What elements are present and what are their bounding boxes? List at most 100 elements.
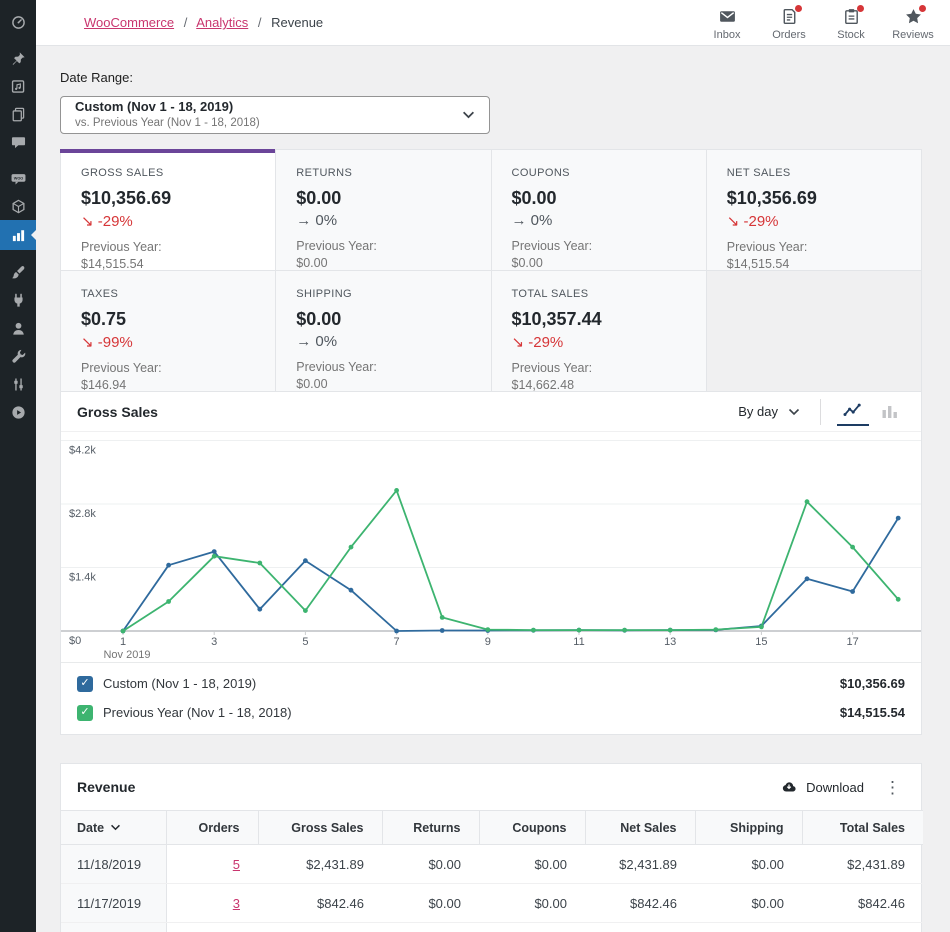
card-label: TAXES (81, 288, 119, 300)
amount-cell (802, 922, 923, 932)
card-value: $0.00 (296, 309, 342, 329)
sidebar-item-woocommerce[interactable]: WOO (0, 164, 36, 192)
svg-text:11: 11 (573, 636, 584, 648)
legend-row[interactable]: ✓ Previous Year (Nov 1 - 18, 2018) $14,5… (61, 698, 921, 727)
appearance-icon (11, 265, 24, 278)
amount-cell: $842.46 (802, 883, 923, 923)
sidebar-item-plugins[interactable] (0, 286, 36, 314)
activity-button-stock[interactable]: Stock (820, 0, 882, 41)
sidebar-item-dashboard[interactable] (0, 8, 36, 36)
summary-card-empty (706, 271, 922, 392)
table-menu-button[interactable]: ⋮ (880, 779, 905, 796)
amount-cell: $2,431.89 (585, 844, 695, 884)
breadcrumb: WooCommerce / Analytics / Revenue (84, 15, 323, 30)
date-range-select[interactable]: Custom (Nov 1 - 18, 2019) vs. Previous Y… (60, 96, 490, 134)
breadcrumb-separator: / (183, 15, 188, 30)
card-prev-value: $146.94 (81, 377, 127, 392)
svg-text:7: 7 (394, 636, 400, 648)
activity-button-reviews[interactable]: Reviews (882, 0, 944, 41)
column-header-date[interactable]: Date (61, 810, 167, 845)
card-delta: → 0% (296, 212, 470, 229)
column-header-coupons[interactable]: Coupons (479, 810, 586, 845)
orders-cell (166, 922, 258, 932)
summary-card-taxes[interactable]: TAXES $0.75 ↘ -99% Previous Year: $146.9… (61, 271, 277, 392)
order-count-link[interactable]: 3 (233, 896, 240, 911)
comments-icon (11, 136, 25, 148)
card-delta-value: -99% (97, 334, 133, 351)
download-icon (783, 782, 796, 792)
plugins-icon (13, 293, 23, 307)
breadcrumb-analytics[interactable]: Analytics (196, 15, 248, 30)
column-header-shipping[interactable]: Shipping (695, 810, 803, 845)
column-header-net-sales[interactable]: Net Sales (585, 810, 696, 845)
sidebar-item-posts[interactable] (0, 44, 36, 72)
card-prev-value: $0.00 (511, 255, 543, 270)
sidebar-item-comments[interactable] (0, 128, 36, 156)
summary-card-shipping[interactable]: SHIPPING $0.00 → 0% Previous Year: $0.00 (276, 271, 492, 392)
legend-label: Previous Year (Nov 1 - 18, 2018) (103, 705, 292, 720)
media-icon (11, 79, 24, 93)
card-label: TOTAL SALES (511, 288, 589, 300)
order-count-link[interactable]: 5 (233, 857, 240, 872)
divider (820, 398, 821, 425)
summary-card-net-sales[interactable]: NET SALES $10,356.69 ↘ -29% Previous Yea… (706, 150, 922, 271)
settings-icon (13, 378, 23, 390)
card-prev-label: Previous Year: (511, 361, 593, 375)
sidebar-item-appearance[interactable] (0, 258, 36, 286)
card-prev-label: Previous Year: (296, 360, 377, 374)
bar-chart-toggle[interactable] (875, 397, 905, 426)
tools-icon (11, 349, 25, 363)
card-delta-value: -29% (97, 213, 133, 230)
svg-text:9: 9 (485, 636, 491, 648)
trend-down-icon: ↘ (81, 213, 94, 230)
legend-checkbox[interactable]: ✓ (77, 704, 93, 721)
woocommerce-icon: WOO (11, 173, 25, 184)
svg-text:$2.8k: $2.8k (69, 508, 96, 520)
sidebar-item-products[interactable] (0, 192, 36, 220)
amount-cell: $0.00 (695, 844, 802, 884)
card-prev-value: $14,515.54 (726, 256, 790, 271)
amount-cell: $0.00 (479, 844, 585, 884)
card-value: $0.75 (81, 309, 127, 329)
column-header-total-sales[interactable]: Total Sales (802, 810, 923, 845)
activity-label: Stock (837, 28, 865, 41)
activity-button-orders[interactable]: Orders (758, 0, 820, 41)
card-prev-value: $14,515.54 (81, 256, 144, 271)
inbox-icon (719, 10, 735, 22)
sidebar-item-pages[interactable] (0, 100, 36, 128)
column-header-orders[interactable]: Orders (166, 810, 259, 845)
legend-row[interactable]: ✓ Custom (Nov 1 - 18, 2019) $10,356.69 (61, 669, 921, 698)
card-prev-label: Previous Year: (81, 361, 162, 375)
svg-text:15: 15 (755, 636, 767, 648)
amount-cell (258, 922, 382, 932)
unread-badge-dot (795, 4, 802, 12)
summary-card-total-sales[interactable]: TOTAL SALES $10,357.44 ↘ -29% Previous Y… (491, 271, 707, 392)
svg-text:$4.2k: $4.2k (69, 445, 96, 457)
line-chart-toggle[interactable] (837, 397, 869, 426)
activity-button-inbox[interactable]: Inbox (696, 0, 758, 41)
sidebar-item-media[interactable] (0, 72, 36, 100)
svg-text:17: 17 (846, 636, 858, 648)
activity-panel: Inbox Orders Stock Reviews (696, 0, 944, 46)
unread-badge-dot (857, 4, 864, 12)
column-header-gross-sales[interactable]: Gross Sales (258, 810, 383, 845)
summary-card-gross-sales[interactable]: GROSS SALES $10,356.69 ↘ -29% Previous Y… (59, 149, 277, 271)
date-cell: 11/17/2019 (61, 883, 167, 923)
sidebar-item-video[interactable] (0, 398, 36, 426)
sidebar-item-tools[interactable] (0, 342, 36, 370)
card-value: $10,357.44 (511, 309, 602, 329)
card-delta-value: 0% (530, 212, 553, 229)
summary-card-returns[interactable]: RETURNS $0.00 → 0% Previous Year: $0.00 (276, 150, 492, 271)
column-header-returns[interactable]: Returns (382, 810, 480, 845)
trend-down-icon: ↘ (511, 334, 525, 351)
sidebar-item-analytics[interactable] (0, 220, 36, 250)
breadcrumb-woocommerce[interactable]: WooCommerce (84, 15, 174, 30)
legend-checkbox[interactable]: ✓ (77, 675, 93, 692)
summary-card-coupons[interactable]: COUPONS $0.00 → 0% Previous Year: $0.00 (491, 150, 707, 271)
sidebar-item-settings[interactable] (0, 370, 36, 398)
bar-chart-icon (882, 406, 897, 418)
interval-select[interactable]: By day (728, 398, 810, 425)
sidebar-item-users[interactable] (0, 314, 36, 342)
revenue-table-panel: Revenue Download ⋮ Date Orders Gross Sal… (60, 763, 923, 932)
download-button[interactable]: Download (780, 778, 864, 796)
